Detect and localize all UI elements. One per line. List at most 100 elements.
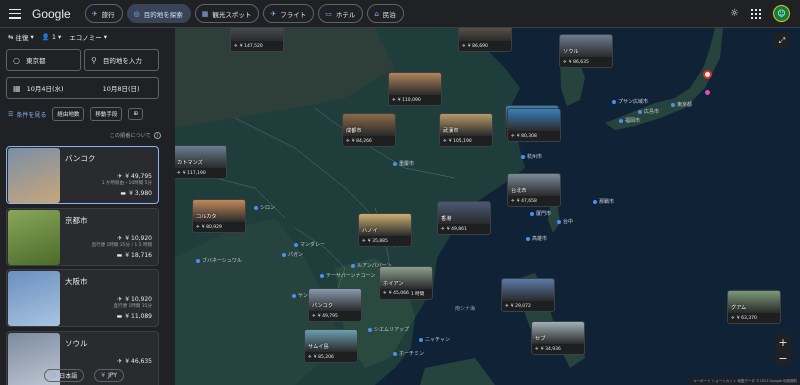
- map-destination-card[interactable]: コルカタ ✈ ¥ 80,929: [192, 199, 246, 233]
- map-destination-card[interactable]: ✈ ¥ 29,072: [501, 278, 555, 312]
- city-label[interactable]: プサン広域市: [612, 98, 648, 105]
- city-label[interactable]: シエムリアップ: [368, 326, 409, 333]
- map-card-photo: [502, 279, 554, 301]
- city-label[interactable]: マンダレー: [294, 241, 325, 248]
- city-label[interactable]: ニャチャン: [419, 336, 450, 343]
- flight-icon: ✈: [308, 355, 312, 360]
- city-dot: [530, 211, 534, 216]
- map-card-name: 武漢市: [443, 128, 459, 134]
- flight-icon: ✈: [462, 44, 466, 49]
- city-label[interactable]: 東京都: [671, 101, 692, 108]
- apps-grid-icon[interactable]: [751, 8, 761, 19]
- filter-button[interactable]: ☰ 条件を見る: [8, 110, 46, 119]
- nav-chip-2[interactable]: ▦ 観光スポット: [194, 4, 260, 23]
- location-pin-icon: ⚲: [91, 55, 97, 65]
- map-destination-card[interactable]: 武漢市 ✈ ¥ 105,190: [439, 113, 493, 147]
- map-destination-card[interactable]: ✈ ¥ 86,690: [458, 28, 512, 52]
- city-label[interactable]: 広島市: [638, 108, 659, 115]
- destination-card[interactable]: 大阪市 ✈ ¥ 10,920 直行便 1時間 35分 ▬ ¥ 11,089: [6, 269, 159, 327]
- flight-icon: ✈: [383, 291, 387, 296]
- city-label[interactable]: 高雄市: [526, 235, 547, 242]
- circle-icon: ○: [13, 55, 20, 65]
- nav-chip-3[interactable]: ✈ フライト: [263, 4, 315, 23]
- map-destination-card[interactable]: ✈ ¥ 80,308: [507, 108, 561, 142]
- map-destination-card[interactable]: ✈ ¥ 110,090: [388, 72, 442, 106]
- nav-chip-5[interactable]: ⌂ 民泊: [367, 4, 404, 23]
- destination-card[interactable]: バンコク ✈ ¥ 49,795 1 か所経由・10時間 5分 ▬ ¥ 3,980: [6, 146, 159, 204]
- return-date[interactable]: 10月8日(日): [103, 83, 140, 93]
- map-destination-card[interactable]: カトマンズ ✈ ¥ 117,190: [175, 145, 227, 179]
- city-label[interactable]: ホーチミン: [393, 350, 424, 357]
- flight-icon: ✈: [511, 134, 515, 139]
- trip-type-select[interactable]: ⇆ 往復 ▾: [8, 32, 34, 42]
- map-card-price: ✈ ¥ 80,929: [196, 225, 222, 230]
- map-destination-card[interactable]: バンコク ✈ ¥ 49,795: [308, 288, 362, 322]
- map-card-name: ハノイ: [362, 228, 378, 234]
- map-card-photo: [508, 109, 560, 131]
- bed-icon: ▬: [116, 313, 123, 320]
- map-destination-card[interactable]: サムイ島 ✈ ¥ 85,206: [304, 329, 358, 363]
- city-dot: [196, 258, 200, 263]
- city-label[interactable]: テーサバーンナコーン: [320, 272, 375, 279]
- nav-chip-label: 観光スポット: [212, 10, 252, 19]
- date-field[interactable]: ▦ 10月4日(水) 10月8日(日): [6, 77, 159, 99]
- city-label[interactable]: パガン: [282, 251, 303, 258]
- city-label[interactable]: ブバネーシュワル: [196, 257, 242, 264]
- bed-icon: ▬: [120, 190, 127, 197]
- city-dot: [638, 109, 642, 114]
- map-destination-card[interactable]: ハノイ ✈ ¥ 35,885: [358, 213, 412, 247]
- map-card-name: バンコク: [312, 303, 334, 309]
- calendar-icon: ▦: [13, 83, 21, 93]
- city-label[interactable]: 厦門市: [530, 210, 551, 217]
- zoom-in-button[interactable]: +: [775, 334, 791, 350]
- hotel-price: ▬ ¥ 3,980: [120, 190, 152, 197]
- flight-icon: ✈: [505, 304, 509, 309]
- map-destination-card[interactable]: 台北市 ✈ ¥ 47,658: [507, 173, 561, 207]
- origin-field[interactable]: ○ 東京都: [6, 49, 81, 71]
- origin-pin[interactable]: [703, 70, 712, 79]
- top-bar: Google ✈ 旅行 ◎ 目的地を探索 ▦ 観光スポット ✈ フライト ▭ ホテル ⌂ 民泊 ☼ ☺: [0, 0, 800, 28]
- flight-price: ✈ ¥ 49,795: [117, 173, 152, 180]
- map-destination-card[interactable]: 香港 ✈ ¥ 49,861: [437, 201, 491, 235]
- stops-filter[interactable]: 経由地数: [52, 107, 85, 121]
- map-destination-card[interactable]: ソウル ✈ ¥ 86,635: [559, 34, 613, 68]
- language-button[interactable]: ◍ 日本語: [44, 369, 85, 382]
- map-destination-card[interactable]: ホイアン ✈ ¥ 45,066 1 時間: [379, 266, 433, 300]
- map-destination-card[interactable]: 成都市 ✈ ¥ 84,266: [342, 113, 396, 147]
- zoom-out-button[interactable]: −: [775, 350, 791, 366]
- menu-icon[interactable]: [8, 7, 22, 21]
- google-logo[interactable]: Google: [32, 7, 71, 21]
- flight-icon: ✈: [117, 296, 123, 303]
- nav-chip-0[interactable]: ✈ 旅行: [84, 4, 123, 23]
- flight-icon: ✈: [117, 173, 123, 180]
- flight-icon: ✈: [511, 199, 515, 204]
- nav-chip-1[interactable]: ◎ 目的地を探索: [126, 4, 191, 23]
- about-ranking[interactable]: この順番について i: [110, 132, 161, 139]
- fullscreen-icon[interactable]: ⤢: [774, 33, 790, 49]
- nav-chip-label: ホテル: [335, 10, 356, 19]
- map-card-photo: [231, 28, 283, 41]
- map-destination-card[interactable]: ✈ ¥ 147,520: [230, 28, 284, 52]
- city-label[interactable]: 台中: [557, 218, 573, 225]
- map-destination-card[interactable]: セブ ✈ ¥ 34,936: [531, 321, 585, 355]
- avatar[interactable]: ☺: [773, 5, 790, 22]
- depart-date[interactable]: 10月4日(水): [27, 83, 97, 93]
- passengers-select[interactable]: 👤 1 ▾: [42, 33, 62, 41]
- theme-icon[interactable]: ☼: [730, 8, 739, 19]
- footer-chips: ◍ 日本語 ¥ JPY: [44, 369, 125, 382]
- destination-field[interactable]: ⚲ 目的地を入力: [84, 49, 159, 71]
- map[interactable]: プサン広域市広島市福岡市 東京都杭州市重慶市厦門市 台中高雄市 那覇市シロンマンダレー…: [175, 28, 800, 385]
- map-destination-card[interactable]: グアム ✈ ¥ 63,370: [727, 290, 781, 324]
- transport-filter[interactable]: 移動手段: [90, 107, 123, 121]
- destination-marker[interactable]: [705, 90, 710, 95]
- destination-card[interactable]: 京都市 ✈ ¥ 10,920 直行便 1時間 35分 / 1.5 時間 ▬ ¥ 18,71…: [6, 208, 159, 266]
- city-label[interactable]: 重慶市: [393, 160, 414, 167]
- more-filter[interactable]: ⊞: [128, 108, 144, 120]
- city-label[interactable]: シロン: [254, 204, 275, 211]
- city-label[interactable]: 那覇市: [593, 198, 614, 205]
- currency-button[interactable]: ¥ JPY: [94, 369, 125, 382]
- city-label[interactable]: 杭州市: [521, 153, 542, 160]
- city-label[interactable]: 福岡市: [619, 117, 640, 124]
- cabin-select[interactable]: エコノミー ▾: [69, 32, 107, 42]
- nav-chip-4[interactable]: ▭ ホテル: [318, 4, 364, 23]
